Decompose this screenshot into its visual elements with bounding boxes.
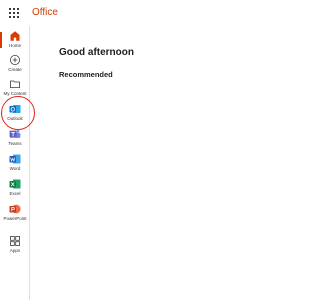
powerpoint-icon [9, 204, 21, 214]
apps-grid-icon [10, 236, 20, 246]
plus-circle-icon [10, 55, 20, 65]
rail-item-create[interactable]: Create [0, 54, 30, 78]
rail-item-label: Teams [8, 141, 22, 146]
home-icon [10, 31, 20, 41]
app-launcher-waffle-icon[interactable] [9, 8, 19, 18]
outlook-highlight-annotation [1, 96, 35, 130]
recommended-heading: Recommended [59, 70, 113, 79]
office-brand-link[interactable]: Office [32, 7, 58, 18]
rail-item-label: Apps [9, 248, 21, 253]
rail-item-label: PowerPoint [3, 216, 27, 221]
office-app: Office Home Create My Content Outlook Te… [0, 0, 256, 300]
rail-item-label: Excel [9, 191, 21, 196]
rail-item-teams[interactable]: Teams [0, 128, 30, 152]
rail-item-label: Create [8, 67, 22, 72]
folder-icon [10, 80, 20, 88]
rail-item-apps[interactable]: Apps [0, 235, 30, 259]
page-title: Good afternoon [59, 47, 134, 58]
rail-item-home[interactable]: Home [0, 30, 30, 54]
main-content: Good afternoon Recommended [31, 26, 256, 300]
word-icon [9, 154, 21, 164]
rail-item-excel[interactable]: Excel [0, 178, 30, 202]
excel-icon [9, 179, 21, 189]
rail-item-powerpoint[interactable]: PowerPoint [0, 203, 30, 227]
left-nav-rail: Home Create My Content Outlook Teams Wor… [0, 26, 30, 300]
rail-item-label: Home [8, 43, 21, 48]
rail-item-word[interactable]: Word [0, 153, 30, 177]
rail-item-label: Word [9, 166, 21, 171]
top-bar: Office [0, 0, 256, 26]
